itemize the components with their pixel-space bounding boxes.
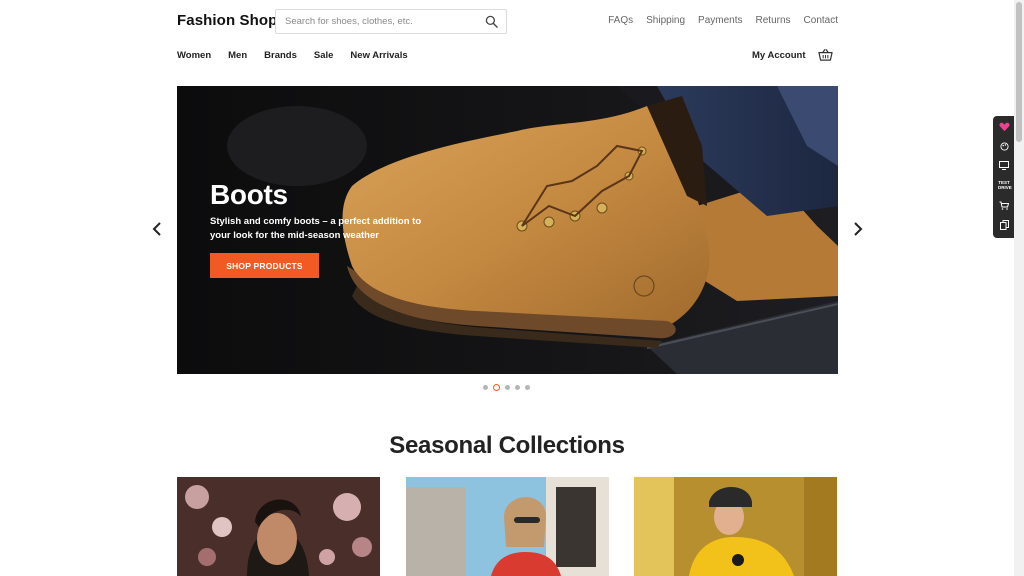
hero-subtitle: Stylish and comfy boots – a perfect addi… xyxy=(210,216,422,241)
link-payments[interactable]: Payments xyxy=(698,15,742,26)
main-nav: Women Men Brands Sale New Arrivals xyxy=(177,50,408,61)
collection-card[interactable] xyxy=(406,477,609,576)
copy-icon[interactable] xyxy=(993,216,1015,234)
search-input[interactable] xyxy=(276,10,466,33)
test-drive-button[interactable]: TEST DRIVE xyxy=(993,176,1015,194)
link-shipping[interactable]: Shipping xyxy=(646,15,685,26)
link-contact[interactable]: Contact xyxy=(804,15,838,26)
slider-dot[interactable] xyxy=(515,385,520,390)
logo[interactable]: Fashion Shop xyxy=(177,12,277,29)
nav-men[interactable]: Men xyxy=(228,50,247,61)
palette-icon[interactable] xyxy=(993,137,1015,155)
scrollbar[interactable] xyxy=(1014,0,1024,576)
test-drive-label: TEST DRIVE xyxy=(998,180,1012,190)
collection-image xyxy=(177,477,380,576)
slider-dot-active[interactable] xyxy=(493,384,500,391)
slider-dot[interactable] xyxy=(525,385,530,390)
shop-products-button[interactable]: SHOP PRODUCTS xyxy=(210,253,319,278)
scrollbar-thumb[interactable] xyxy=(1016,2,1022,142)
chevron-left-icon[interactable] xyxy=(152,222,162,236)
slider-dot[interactable] xyxy=(505,385,510,390)
my-account-link[interactable]: My Account xyxy=(752,50,805,61)
slider-dots xyxy=(483,384,530,391)
hero-banner: Boots Stylish and comfy boots – a perfec… xyxy=(177,86,838,374)
slider-dot[interactable] xyxy=(483,385,488,390)
heart-icon[interactable] xyxy=(993,118,1015,136)
hero-title: Boots xyxy=(210,179,288,210)
cart-icon[interactable] xyxy=(818,48,833,62)
collection-card[interactable] xyxy=(177,477,380,576)
side-toolbar: TEST DRIVE xyxy=(993,116,1015,238)
link-returns[interactable]: Returns xyxy=(756,15,791,26)
collection-image xyxy=(634,477,837,576)
chevron-right-icon[interactable] xyxy=(853,222,863,236)
nav-sale[interactable]: Sale xyxy=(314,50,334,61)
collection-card[interactable] xyxy=(634,477,837,576)
nav-brands[interactable]: Brands xyxy=(264,50,297,61)
search-icon[interactable] xyxy=(485,15,498,28)
link-faqs[interactable]: FAQs xyxy=(608,15,633,26)
nav-women[interactable]: Women xyxy=(177,50,211,61)
nav-new-arrivals[interactable]: New Arrivals xyxy=(350,50,407,61)
collection-image xyxy=(406,477,609,576)
section-title: Seasonal Collections xyxy=(389,432,625,459)
cart-icon[interactable] xyxy=(993,196,1015,214)
search-box xyxy=(275,9,507,34)
top-links: FAQs Shipping Payments Returns Contact xyxy=(608,15,838,26)
monitor-icon[interactable] xyxy=(993,156,1015,174)
